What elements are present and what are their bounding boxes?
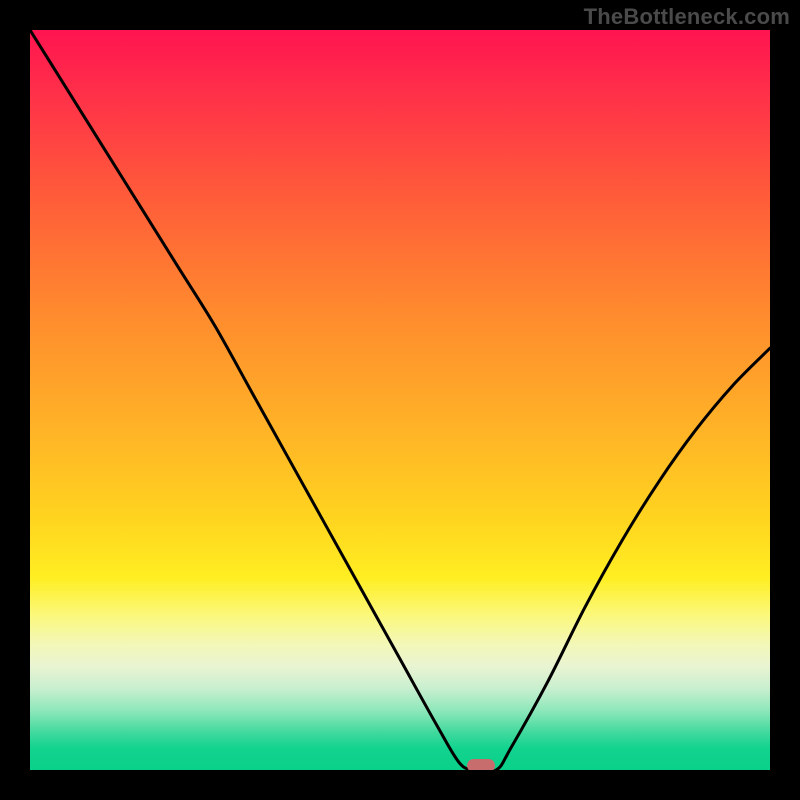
chart-frame: TheBottleneck.com (0, 0, 800, 800)
plot-area (30, 30, 770, 770)
watermark-text: TheBottleneck.com (584, 4, 790, 30)
curve-path (30, 30, 770, 770)
bottleneck-curve (30, 30, 770, 770)
optimal-point-marker (467, 759, 495, 770)
